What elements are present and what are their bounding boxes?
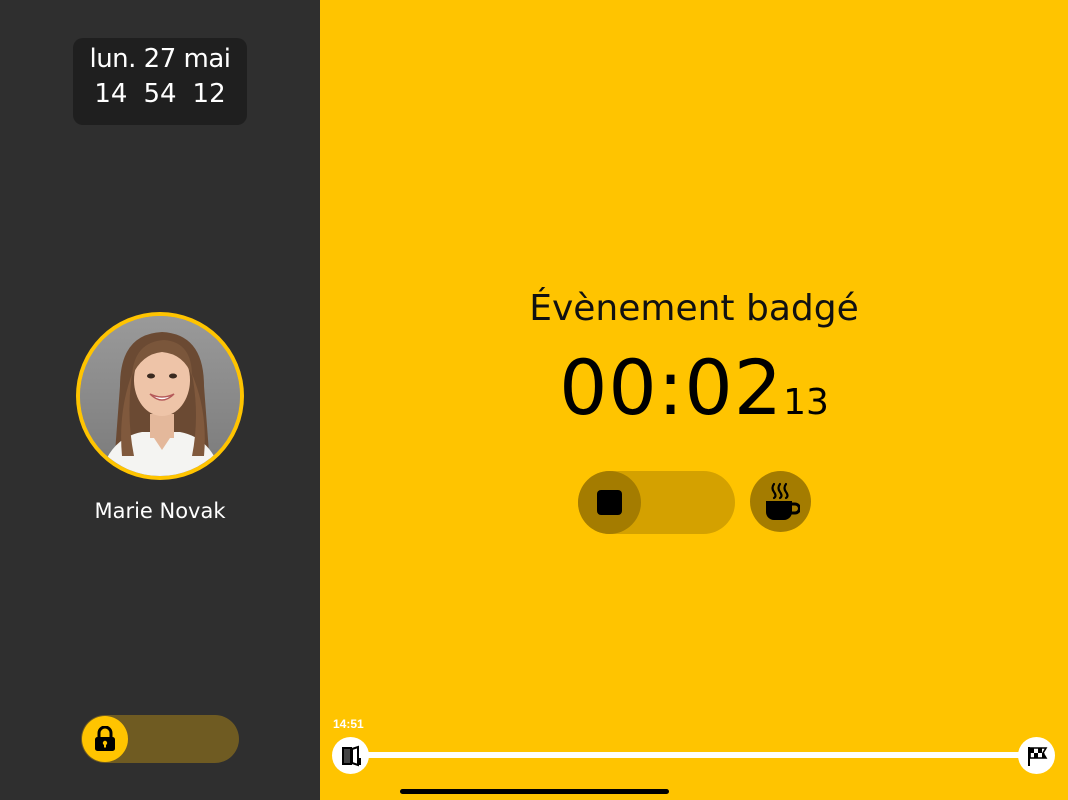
home-indicator[interactable] (400, 789, 669, 794)
clock-time: 14 54 12 (73, 76, 247, 112)
clock-minutes: 54 (143, 79, 177, 109)
timeline-start-marker (332, 737, 369, 774)
timeline-end-marker (1018, 737, 1055, 774)
elapsed-time-main: 00:02 (559, 343, 784, 432)
door-exit-icon (341, 745, 361, 766)
clock-hours: 14 (94, 79, 128, 109)
clock-widget: lun. 27 mai 14 54 12 (73, 38, 247, 125)
checkered-flag-icon (1027, 746, 1047, 766)
sidebar: lun. 27 mai 14 54 12 Marie Novak (0, 0, 320, 800)
event-title: Évènement badgé (529, 288, 859, 329)
elapsed-timer: 00:0213 (320, 345, 1068, 431)
break-button[interactable] (750, 471, 811, 532)
lock-icon (95, 726, 115, 751)
clock-date: lun. 27 mai (89, 44, 231, 74)
elapsed-time-seconds: 13 (783, 382, 829, 423)
avatar-photo (80, 316, 240, 476)
lock-toggle[interactable] (81, 715, 239, 763)
stop-button[interactable] (578, 471, 641, 534)
lock-knob[interactable] (82, 716, 128, 762)
timeline-track (350, 752, 1040, 758)
user-name: Marie Novak (94, 499, 226, 523)
timeline-start-time: 14:51 (333, 717, 364, 731)
clock-seconds: 12 (192, 79, 226, 109)
coffee-cup-icon (765, 482, 800, 520)
app-root: lun. 27 mai 14 54 12 Marie Novak Évèneme… (0, 0, 1068, 800)
avatar (76, 312, 244, 480)
main-panel: Évènement badgé 00:0213 14:51 (320, 0, 1068, 800)
stop-icon (597, 490, 622, 515)
stop-toggle[interactable] (578, 471, 735, 534)
